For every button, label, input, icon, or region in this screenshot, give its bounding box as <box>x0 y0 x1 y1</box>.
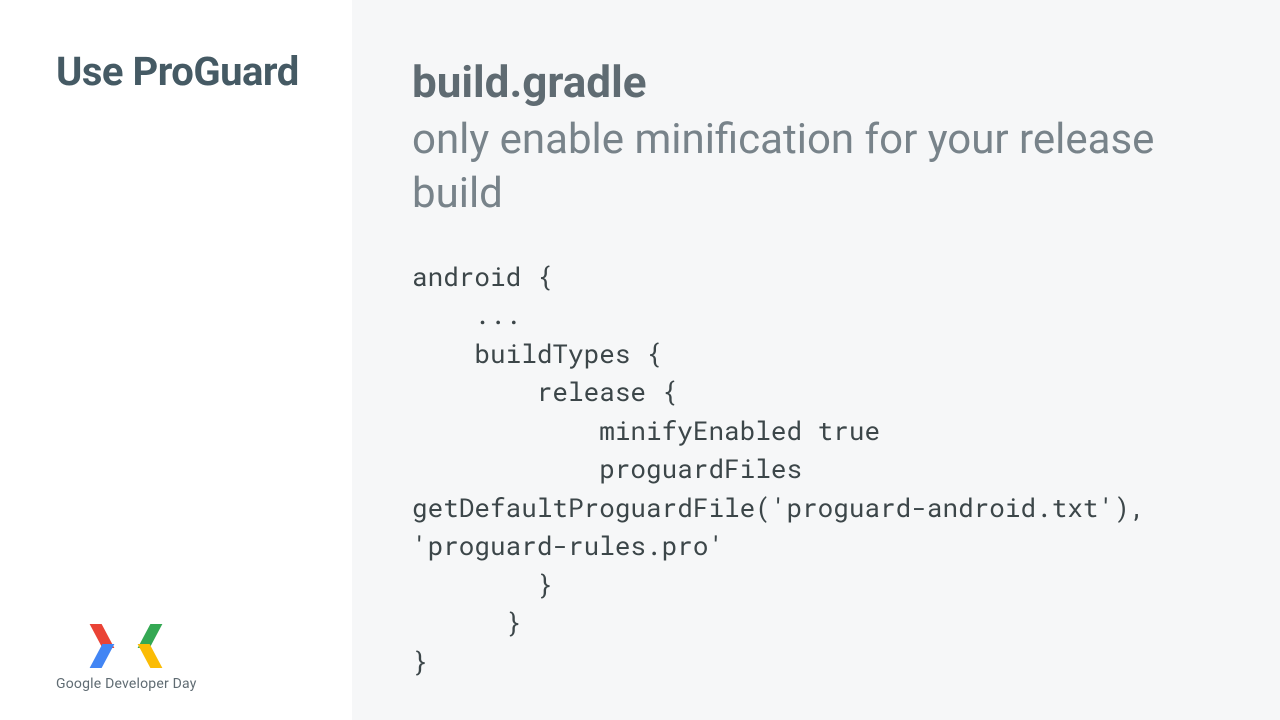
google-developers-icon <box>92 624 160 668</box>
subtitle-text: only enable minification for your releas… <box>412 113 1220 222</box>
slide-title: Use ProGuard <box>56 48 328 95</box>
file-name-heading: build.gradle <box>412 56 1220 109</box>
right-column: build.gradle only enable minification fo… <box>352 0 1280 720</box>
code-block: android { ... buildTypes { release { min… <box>412 258 1220 681</box>
left-column: Use ProGuard Google Developer Day <box>0 0 352 720</box>
footer-text: Google Developer Day <box>56 676 197 692</box>
footer-logo: Google Developer Day <box>56 624 197 692</box>
